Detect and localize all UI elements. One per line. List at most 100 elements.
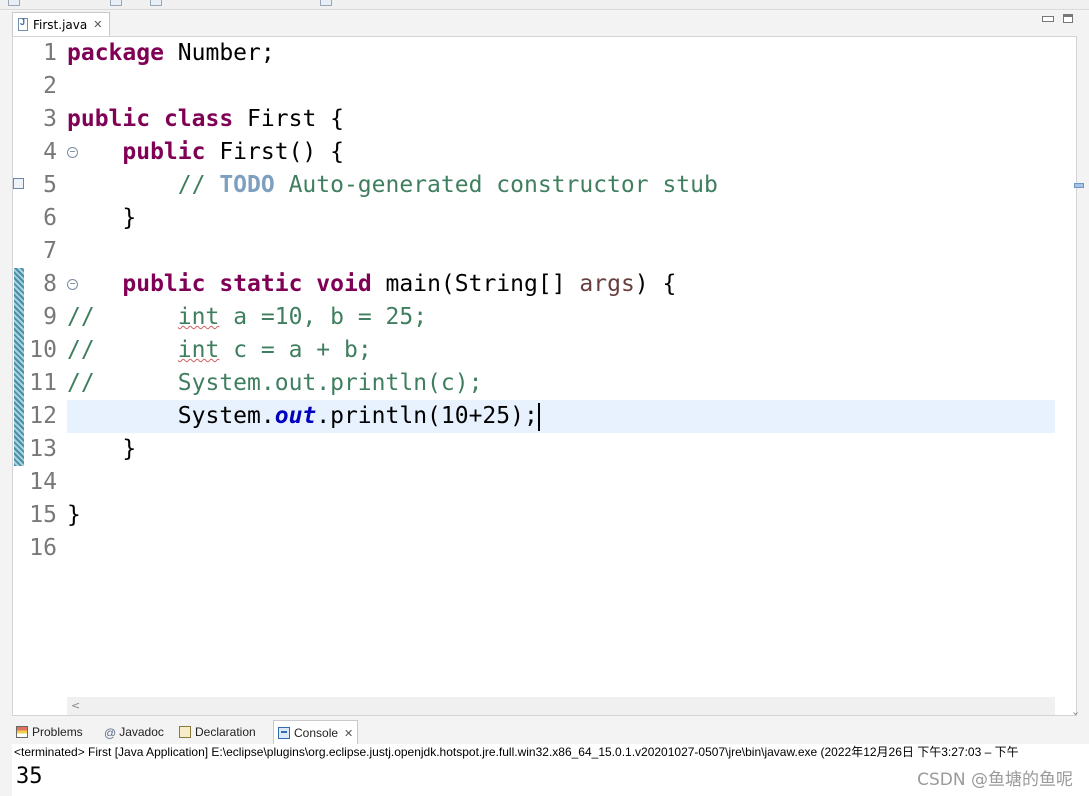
tab-label: Console (294, 726, 339, 740)
maximize-icon[interactable] (1063, 14, 1073, 23)
declaration-icon (179, 726, 191, 738)
scroll-left-icon[interactable]: < (71, 699, 80, 712)
keyword: class (163, 106, 234, 132)
line-number: 8 (43, 271, 57, 297)
line-number: 6 (43, 205, 57, 231)
toolbar-button[interactable] (8, 0, 20, 6)
comment: // (177, 172, 220, 198)
comment: // (67, 337, 95, 363)
code-line: package Number; (67, 37, 1055, 70)
tab-declaration[interactable]: Declaration (179, 722, 256, 742)
line-number: 3 (43, 106, 57, 132)
comment: // (67, 304, 95, 330)
line-number: 10 (29, 337, 57, 363)
tab-label: Javadoc (119, 725, 164, 739)
toolbar-button[interactable] (320, 0, 332, 6)
tab-console[interactable]: Console ✕ (273, 720, 359, 745)
line-number-ruler: 1 2 3 4 5 6 7 8 9 10 11 12 13 14 15 16 −… (25, 37, 78, 697)
comment-keyword: int (177, 304, 220, 330)
close-icon[interactable]: ✕ (344, 727, 353, 740)
code-text: } (67, 436, 137, 462)
tab-label: Declaration (195, 725, 256, 739)
comment: c = a + b; (219, 337, 372, 363)
line-number: 16 (29, 535, 57, 561)
java-file-icon (18, 17, 28, 31)
line-number: 11 (29, 370, 57, 396)
console-view[interactable]: <terminated> First [Java Application] E:… (12, 744, 1089, 796)
keyword: void (316, 271, 372, 297)
scroll-down-icon[interactable]: ⌄ (1071, 705, 1080, 718)
console-icon (278, 727, 290, 739)
line-number: 7 (43, 238, 57, 264)
comment-keyword: int (177, 337, 220, 363)
problems-icon (16, 726, 28, 738)
comment: a =10, b = 25; (219, 304, 428, 330)
code-line: // int c = a + b; (67, 334, 1055, 367)
keyword: package (67, 40, 164, 66)
code-text: } (67, 205, 137, 231)
tab-problems[interactable]: Problems (16, 722, 83, 742)
keyword: public (122, 139, 206, 165)
comment: // (67, 370, 95, 396)
keyword: public (122, 271, 206, 297)
code-text: First { (233, 106, 344, 132)
code-editor[interactable]: 1 2 3 4 5 6 7 8 9 10 11 12 13 14 15 16 −… (12, 36, 1084, 718)
code-text: First() { (205, 139, 344, 165)
code-line: } (67, 433, 1055, 466)
line-number: 4 (43, 139, 57, 165)
static-field: out (274, 403, 317, 429)
line-number: 2 (43, 73, 57, 99)
line-number: 13 (29, 436, 57, 462)
horizontal-scrollbar[interactable]: < (67, 697, 1055, 715)
toolbar-button[interactable] (150, 0, 162, 6)
keyword: public (67, 106, 151, 132)
tab-javadoc[interactable]: @ Javadoc (104, 722, 164, 742)
at-icon: @ (104, 726, 117, 740)
code-text: System. (177, 403, 275, 429)
code-area[interactable]: package Number; public class First { pub… (67, 37, 1055, 697)
line-number: 12 (29, 403, 57, 429)
editor-tab-label: First.java (33, 17, 88, 32)
code-text: ) { (634, 271, 677, 297)
code-text: } (67, 502, 81, 528)
code-line-current: System.out.println(10+25); (67, 400, 1055, 433)
overview-ruler-mark[interactable] (1074, 183, 1084, 188)
code-line: // System.out.println(c); (67, 367, 1055, 400)
code-line: // TODO Auto-generated constructor stub (67, 169, 1055, 202)
close-icon[interactable]: ✕ (93, 18, 102, 31)
line-number: 15 (29, 502, 57, 528)
code-text: .println(10+25); (316, 403, 538, 429)
code-text: Number; (163, 40, 275, 66)
tab-label: Problems (32, 725, 83, 739)
comment: System.out.println(c); (177, 370, 483, 396)
line-number: 9 (43, 304, 57, 330)
bottom-view-tabs: Problems @ Javadoc Declaration Console ✕ (12, 718, 1089, 745)
code-line: public First() { (67, 136, 1055, 169)
comment: Auto-generated constructor stub (274, 172, 718, 198)
code-line: public static void main(String[] args) { (67, 268, 1055, 301)
code-text: main(String[] (371, 271, 580, 297)
toolbar-button[interactable] (110, 0, 122, 6)
code-line: // int a =10, b = 25; (67, 301, 1055, 334)
code-line: } (67, 202, 1055, 235)
text-caret (537, 402, 540, 431)
toolbar-strip (0, 0, 1089, 10)
code-line: public class First { (67, 103, 1055, 136)
minimize-icon[interactable] (1042, 16, 1054, 22)
watermark: CSDN @鱼塘的鱼呢 (917, 770, 1073, 790)
keyword: static (219, 271, 303, 297)
editor-tab-first-java[interactable]: First.java ✕ (12, 12, 110, 36)
todo-tag: TODO (219, 172, 275, 198)
line-number: 1 (43, 40, 57, 66)
console-output: 35 (16, 764, 43, 789)
code-line: } (67, 499, 1055, 532)
editor-tab-bar: First.java ✕ (0, 10, 1089, 36)
parameter: args (579, 271, 635, 297)
